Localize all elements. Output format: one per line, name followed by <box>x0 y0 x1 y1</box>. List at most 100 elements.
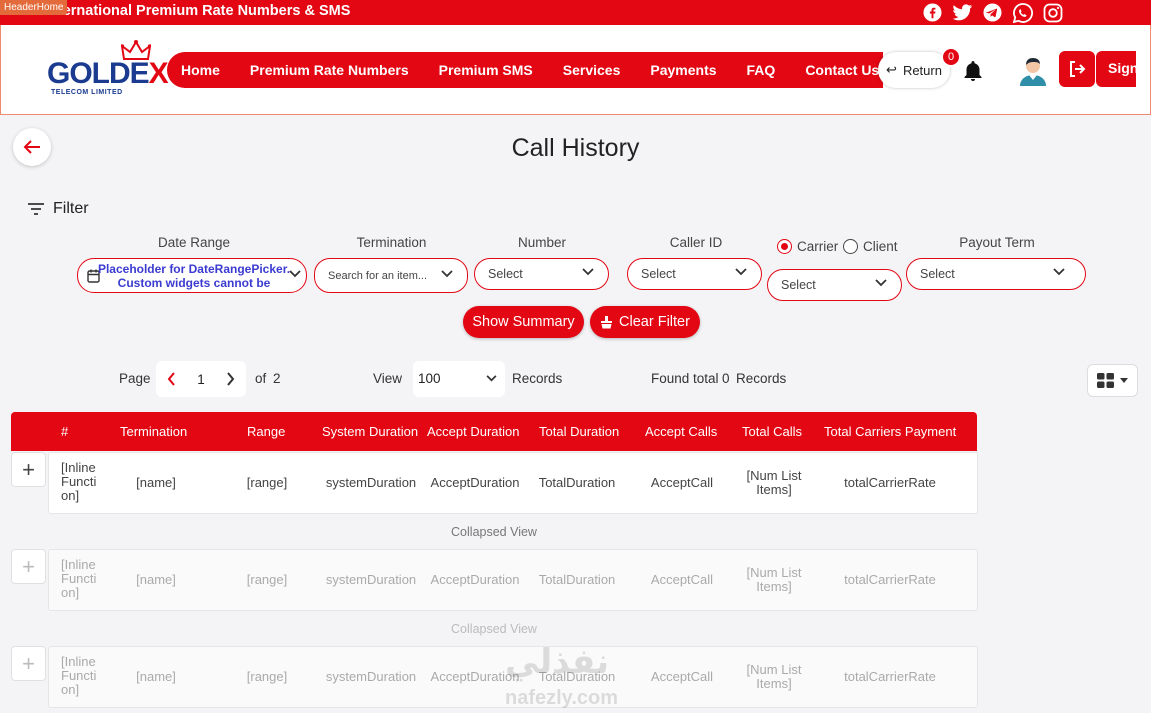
chevron-down-icon <box>441 270 453 278</box>
page-title: Call History <box>511 134 640 162</box>
carrier-select-value: Select <box>781 278 816 292</box>
collapsed-view-label: Collapsed View <box>451 525 537 539</box>
header-tag: HeaderHome <box>0 0 68 15</box>
eraser-icon <box>601 316 613 329</box>
cell-termination: [name] <box>136 669 176 684</box>
grid-icon <box>1097 373 1114 388</box>
total-pages: 2 <box>273 371 281 386</box>
nav-premium-rate-numbers[interactable]: Premium Rate Numbers <box>250 62 409 78</box>
payout-term-select-value: Select <box>920 267 955 281</box>
logout-icon <box>1070 61 1086 77</box>
social-links <box>922 2 1063 23</box>
carrier-select[interactable]: Select <box>767 269 902 301</box>
number-label: Number <box>517 235 566 250</box>
table-row[interactable]: [Inline Functi on] [name] [range] system… <box>48 549 978 611</box>
goldex-logo[interactable]: GOLDEX TELECOM LIMITED <box>47 39 169 101</box>
pager: 1 <box>156 361 246 397</box>
found-count: 0 <box>722 371 730 386</box>
cell-total-calls: [Num List Items] <box>746 468 802 497</box>
cell-number: [Inline Functi on] <box>61 654 97 697</box>
chevron-right-icon[interactable] <box>226 372 235 386</box>
facebook-icon[interactable] <box>922 2 943 23</box>
caller-id-label: Caller ID <box>669 235 723 250</box>
chevron-left-icon[interactable] <box>167 372 176 386</box>
records-label: Records <box>512 371 563 386</box>
cell-termination: [name] <box>136 475 176 490</box>
col-total-duration: Total Duration <box>539 424 620 439</box>
cell-accept-duration: AcceptDuration <box>430 572 520 587</box>
termination-placeholder: Search for an item... <box>328 269 428 282</box>
return-arrow-icon: ↩ <box>886 62 897 77</box>
cell-number: [Inline Functi on] <box>61 460 97 503</box>
col-range: Range <box>247 424 286 439</box>
cell-accept-calls: AcceptCall <box>650 475 714 490</box>
clear-filter-button[interactable]: Clear Filter <box>590 306 700 338</box>
number-select-value: Select <box>488 267 523 281</box>
records-per-page-select[interactable]: 100 <box>413 361 505 397</box>
expand-row-button[interactable]: + <box>11 646 46 681</box>
cell-accept-duration: AcceptDuration <box>430 475 520 490</box>
col-total-carriers-payment: Total Carriers Payment <box>824 424 957 439</box>
whatsapp-icon[interactable] <box>1012 2 1033 23</box>
logo-subtitle: TELECOM LIMITED <box>51 89 123 96</box>
current-page[interactable]: 1 <box>197 372 205 387</box>
return-label: Return <box>902 62 942 78</box>
view-label: View <box>373 371 403 386</box>
carrier-radio-dot <box>777 239 792 254</box>
signin-button[interactable]: Sign <box>1096 51 1136 87</box>
number-select[interactable]: Select <box>474 258 609 290</box>
payout-term-label: Payout Term <box>959 235 1035 250</box>
filter-label: Filter <box>53 200 89 217</box>
cell-total-duration: TotalDuration <box>538 475 616 490</box>
nav-faq[interactable]: FAQ <box>747 62 776 78</box>
logout-button[interactable] <box>1059 51 1095 87</box>
twitter-icon[interactable] <box>952 2 973 23</box>
nav-home[interactable]: Home <box>181 62 220 78</box>
nav-payments[interactable]: Payments <box>650 62 716 78</box>
chevron-down-icon <box>289 270 301 278</box>
found-total-label: Found total <box>651 371 719 386</box>
main-nav: Home Premium Rate Numbers Premium SMS Se… <box>167 52 883 88</box>
expand-row-button[interactable]: + <box>11 452 46 487</box>
carrier-radio[interactable]: Carrier <box>777 239 838 254</box>
clear-filter-label: Clear Filter <box>619 314 690 330</box>
page-label: Page <box>119 371 151 386</box>
cell-system-duration: systemDuration <box>325 669 417 684</box>
show-summary-button[interactable]: Show Summary <box>463 306 584 338</box>
caret-down-icon <box>1120 378 1128 383</box>
termination-search[interactable]: Search for an item... <box>314 258 468 293</box>
cell-range: [range] <box>246 475 288 490</box>
caller-id-select-value: Select <box>641 267 676 281</box>
avatar[interactable] <box>1016 53 1050 87</box>
nav-services[interactable]: Services <box>563 62 621 78</box>
chevron-down-icon <box>582 268 594 276</box>
termination-label: Termination <box>356 235 427 250</box>
chevron-down-icon <box>1053 268 1065 276</box>
date-range-picker[interactable]: Placeholder for DateRangePicker. Custom … <box>77 258 307 293</box>
expand-row-button[interactable]: + <box>11 549 46 584</box>
client-radio[interactable]: Client <box>843 239 898 254</box>
watermark-latin: nafezly.com <box>505 687 618 709</box>
bell-icon[interactable] <box>961 59 985 83</box>
top-bar: International Premium Rate Numbers & SMS… <box>0 0 1151 25</box>
payout-term-select[interactable]: Select <box>906 258 1086 290</box>
caller-id-select[interactable]: Select <box>627 258 762 290</box>
cell-total-carriers-payment: totalCarrierRate <box>844 475 936 490</box>
table-row[interactable]: [Inline Functi on] [name] [range] system… <box>48 452 978 514</box>
instagram-icon[interactable] <box>1042 2 1063 23</box>
nav-premium-sms[interactable]: Premium SMS <box>439 62 533 78</box>
cell-accept-calls: AcceptCall <box>650 572 714 587</box>
cell-range: [range] <box>246 669 288 684</box>
cell-system-duration: systemDuration <box>325 475 417 490</box>
carrier-radio-label: Carrier <box>797 239 839 254</box>
records-per-page-value: 100 <box>418 371 441 386</box>
date-range-value: Placeholder for DateRangePicker. Custom … <box>97 262 291 290</box>
filter-toggle[interactable]: Filter <box>27 200 89 218</box>
return-button[interactable]: ↩ Return <box>878 52 950 88</box>
cell-total-carriers-payment: totalCarrierRate <box>844 669 936 684</box>
col-termination: Termination <box>120 424 188 439</box>
watermark: نفذلي nafezly.com <box>505 642 618 709</box>
view-mode-toggle[interactable] <box>1087 364 1138 397</box>
telegram-icon[interactable] <box>982 2 1003 23</box>
nav-contact-us[interactable]: Contact Us <box>805 62 879 78</box>
